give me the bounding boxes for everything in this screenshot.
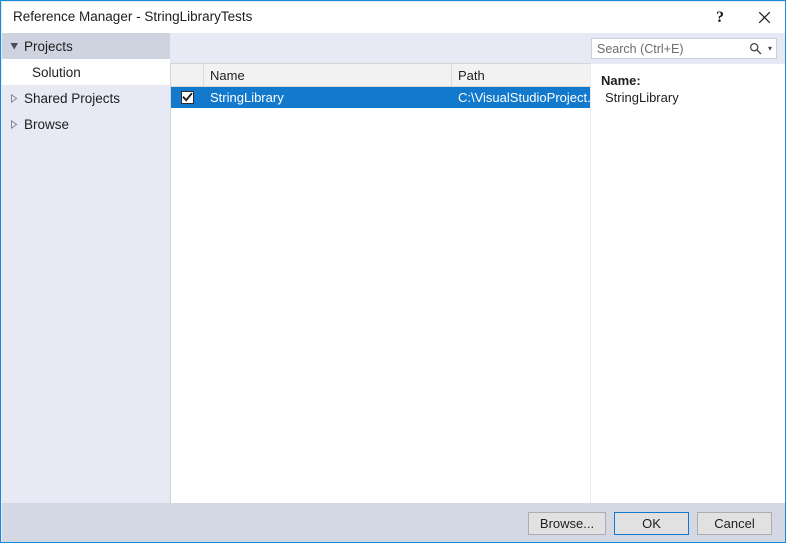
dialog-footer: Browse... OK Cancel: [2, 503, 786, 543]
details-panel: Name: StringLibrary: [591, 64, 786, 503]
triangle-collapsed-icon: [10, 94, 24, 103]
row-name-cell: StringLibrary: [204, 87, 452, 108]
chevron-down-icon[interactable]: ▾: [764, 44, 776, 53]
titlebar-buttons: ?: [698, 2, 786, 33]
reference-manager-dialog: Reference Manager - StringLibraryTests ?: [0, 0, 786, 543]
cancel-button[interactable]: Cancel: [697, 512, 772, 535]
search-box[interactable]: ▾: [591, 38, 777, 59]
browse-button[interactable]: Browse...: [528, 512, 606, 535]
column-header-path[interactable]: Path: [452, 64, 590, 86]
sidebar-item-solution[interactable]: Solution: [2, 59, 170, 85]
sidebar-item-browse[interactable]: Browse: [2, 111, 170, 137]
search-icon[interactable]: [746, 42, 764, 55]
list-body: StringLibrary C:\VisualStudioProject...: [171, 87, 590, 503]
details-name-label: Name:: [601, 72, 776, 89]
sidebar-item-projects[interactable]: Projects: [2, 33, 170, 59]
close-button[interactable]: [742, 2, 786, 33]
sidebar-item-label: Browse: [24, 117, 69, 132]
triangle-expanded-icon: [10, 42, 24, 51]
ok-button[interactable]: OK: [614, 512, 689, 535]
question-mark-icon: ?: [716, 10, 724, 26]
sidebar-item-label: Projects: [24, 39, 73, 54]
search-input[interactable]: [592, 39, 746, 58]
table-row[interactable]: StringLibrary C:\VisualStudioProject...: [171, 87, 590, 108]
sidebar-item-label: Solution: [32, 65, 81, 80]
row-checkbox-cell[interactable]: [171, 87, 204, 108]
sidebar-navigation: Projects Solution Shared Projects Browse: [2, 33, 170, 503]
checkbox-checked-icon[interactable]: [181, 91, 194, 104]
help-button[interactable]: ?: [698, 2, 742, 33]
sidebar-item-label: Shared Projects: [24, 91, 120, 106]
close-icon: [758, 11, 771, 24]
window-title: Reference Manager - StringLibraryTests: [13, 9, 252, 24]
column-header-check[interactable]: [171, 64, 204, 86]
list-header-row: Name Path: [171, 64, 590, 87]
reference-list-panel: Name Path StringLibrary C:\VisualStudioP…: [170, 63, 590, 503]
sidebar-item-shared-projects[interactable]: Shared Projects: [2, 85, 170, 111]
details-name-value: StringLibrary: [601, 89, 776, 106]
title-bar: Reference Manager - StringLibraryTests ?: [2, 2, 786, 33]
row-path-cell: C:\VisualStudioProject...: [452, 87, 590, 108]
column-header-name[interactable]: Name: [204, 64, 452, 86]
triangle-collapsed-icon: [10, 120, 24, 129]
